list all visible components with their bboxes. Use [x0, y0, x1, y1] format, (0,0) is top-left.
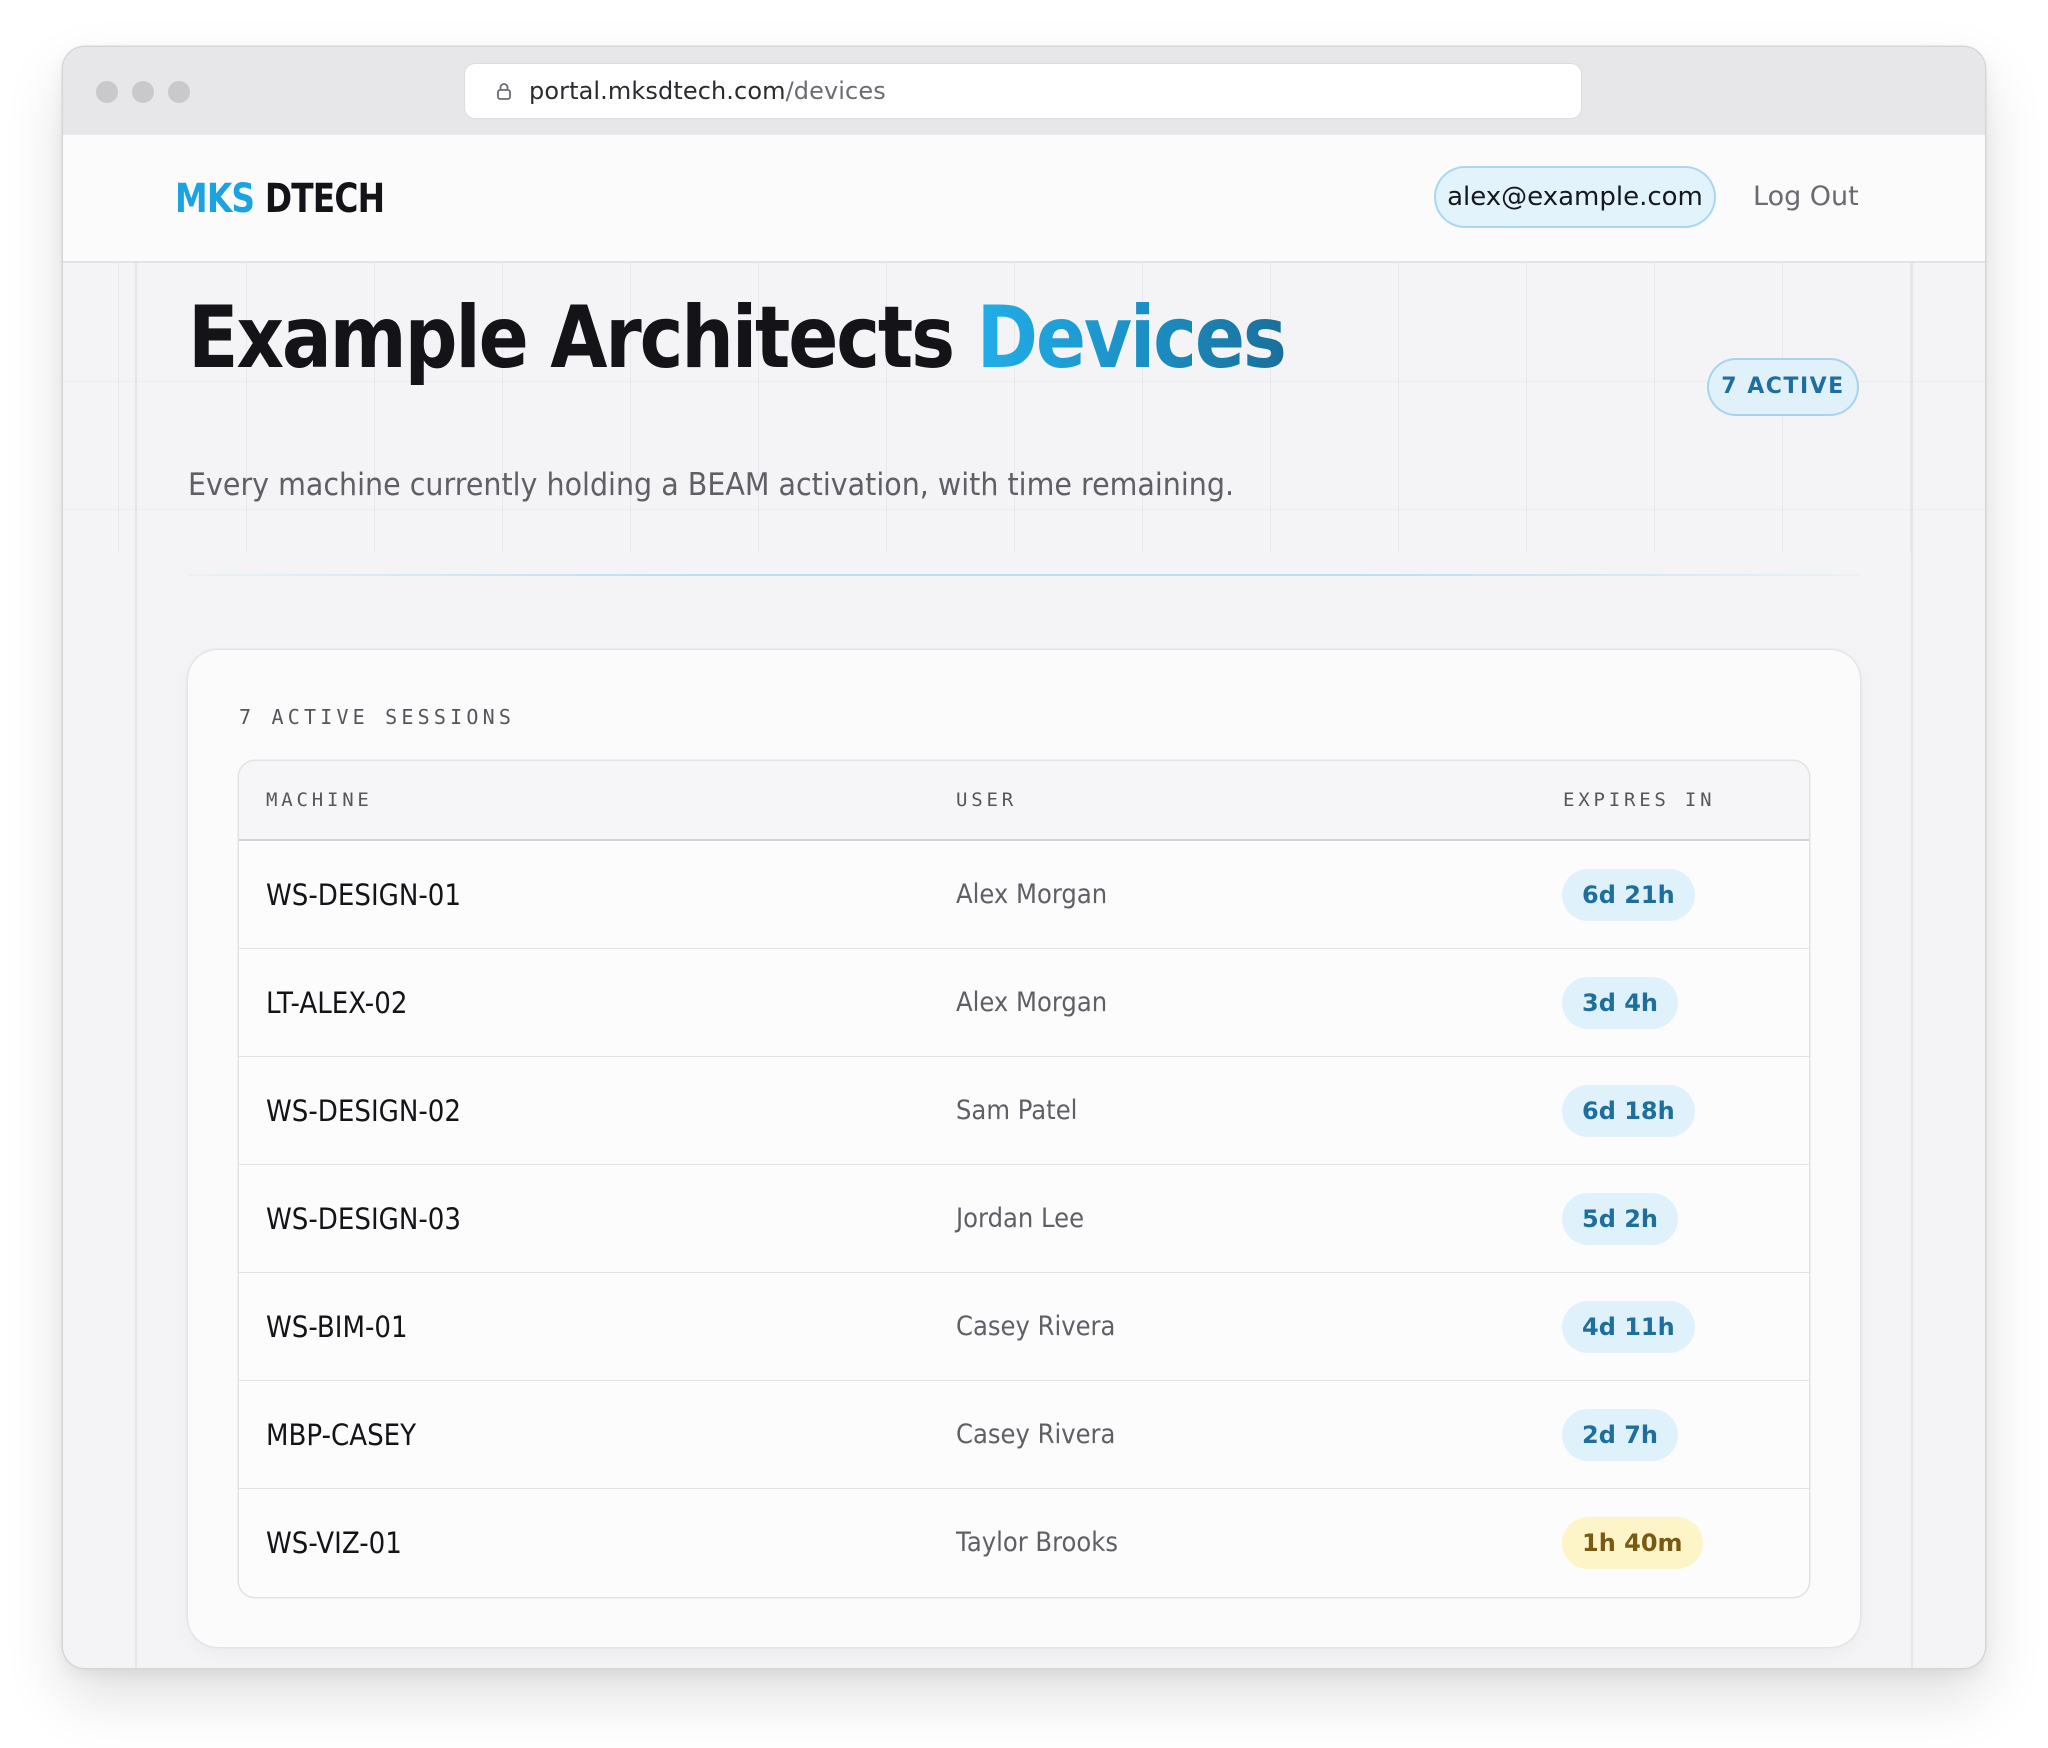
user-name: Alex Morgan — [956, 987, 1108, 1018]
column-header-expires[interactable]: EXPIRES IN — [1563, 761, 1715, 839]
table-row[interactable]: WS-BIM-01 Casey Rivera 4d 11h — [239, 1273, 1809, 1381]
sessions-heading: 7 ACTIVE SESSIONS — [239, 705, 516, 729]
table-row[interactable]: WS-VIZ-01 Taylor Brooks 1h 40m — [239, 1489, 1809, 1597]
table-row[interactable]: WS-DESIGN-02 Sam Patel 6d 18h — [239, 1057, 1809, 1165]
logout-link[interactable]: Log Out — [1753, 166, 1859, 228]
table-row[interactable]: WS-DESIGN-01 Alex Morgan 6d 21h — [239, 841, 1809, 949]
user-name: Casey Rivera — [956, 1419, 1116, 1450]
expires-badge: 6d 18h — [1562, 1085, 1695, 1137]
url-text: portal.mksdtech.com/devices — [529, 64, 886, 118]
page-subtitle: Every machine currently holding a BEAM a… — [188, 467, 1235, 503]
window-maximize-dot[interactable] — [168, 81, 190, 103]
user-name: Casey Rivera — [956, 1311, 1116, 1342]
page-title-prefix: Example Architects — [188, 288, 955, 388]
expires-badge: 4d 11h — [1562, 1301, 1695, 1353]
machine-name: WS-DESIGN-02 — [266, 1094, 462, 1128]
address-bar[interactable]: portal.mksdtech.com/devices — [465, 64, 1581, 118]
url-path: /devices — [785, 77, 886, 105]
expires-badge: 5d 2h — [1562, 1193, 1679, 1245]
active-count-badge: 7 ACTIVE — [1707, 358, 1859, 416]
column-header-machine[interactable]: MACHINE — [266, 761, 373, 839]
browser-chrome: portal.mksdtech.com/devices — [63, 47, 1985, 136]
table-row[interactable]: WS-DESIGN-03 Jordan Lee 5d 2h — [239, 1165, 1809, 1273]
main-content: Example Architects Devices Every machine… — [63, 263, 1985, 1668]
expires-badge: 6d 21h — [1562, 869, 1695, 921]
machine-name: MBP-CASEY — [266, 1418, 417, 1452]
user-name: Jordan Lee — [956, 1203, 1085, 1234]
machine-name: WS-BIM-01 — [266, 1310, 408, 1344]
machine-name: WS-DESIGN-01 — [266, 878, 462, 912]
browser-window: portal.mksdtech.com/devices MKS DTECH al… — [63, 47, 1985, 1668]
user-name: Alex Morgan — [956, 879, 1108, 910]
sessions-card: 7 ACTIVE SESSIONS MACHINE USER EXPIRES I… — [188, 650, 1860, 1647]
site-header: MKS DTECH alex@example.com Log Out — [63, 135, 1985, 263]
expires-badge: 2d 7h — [1562, 1409, 1679, 1461]
page-title-accent: Devices — [976, 288, 1287, 388]
column-header-user[interactable]: USER — [956, 761, 1017, 839]
user-name: Sam Patel — [956, 1095, 1078, 1126]
window-minimize-dot[interactable] — [132, 81, 154, 103]
expires-badge: 3d 4h — [1562, 977, 1679, 1029]
table-row[interactable]: MBP-CASEY Casey Rivera 2d 7h — [239, 1381, 1809, 1489]
machine-name: WS-DESIGN-03 — [266, 1202, 462, 1236]
table-header: MACHINE USER EXPIRES IN — [239, 761, 1809, 841]
user-email-pill[interactable]: alex@example.com — [1434, 166, 1716, 228]
url-host: portal.mksdtech.com — [529, 77, 786, 105]
window-close-dot[interactable] — [96, 81, 118, 103]
lock-icon — [497, 83, 511, 100]
machine-name: LT-ALEX-02 — [266, 986, 408, 1020]
brand-logo[interactable]: MKS DTECH — [175, 175, 385, 223]
logo-part-dtech: DTECH — [264, 176, 385, 222]
expires-badge: 1h 40m — [1562, 1517, 1703, 1569]
table-row[interactable]: LT-ALEX-02 Alex Morgan 3d 4h — [239, 949, 1809, 1057]
section-divider — [188, 574, 1859, 576]
page-title: Example Architects Devices — [188, 283, 1287, 393]
user-name: Taylor Brooks — [956, 1527, 1119, 1558]
logo-part-mks: MKS — [175, 176, 255, 222]
sessions-table: MACHINE USER EXPIRES IN WS-DESIGN-01 Alex… — [239, 761, 1809, 1597]
machine-name: WS-VIZ-01 — [266, 1526, 402, 1560]
